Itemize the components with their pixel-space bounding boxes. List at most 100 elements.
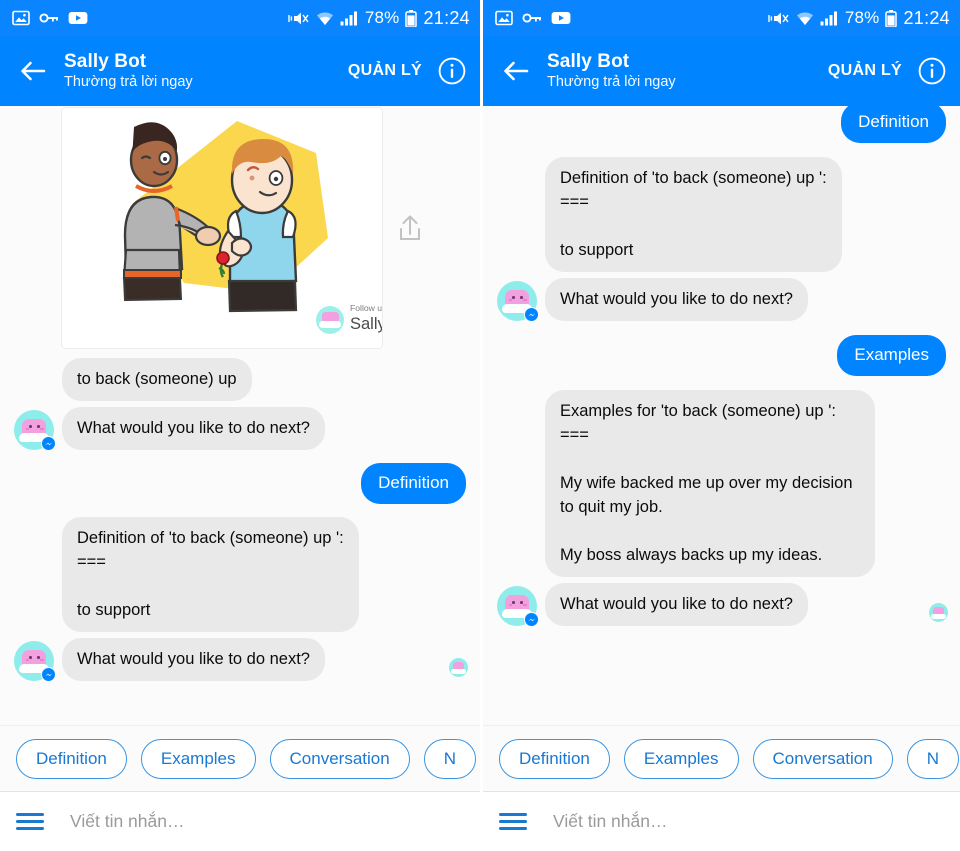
branding-name-label: Sally Bot	[350, 315, 382, 333]
quick-reply-next-partial[interactable]: N	[906, 738, 959, 779]
page-title: Sally Bot	[547, 51, 630, 72]
message-bubble-incoming[interactable]: Definition of 'to back (someone) up ': =…	[545, 157, 842, 272]
message-input[interactable]: Viết tin nhắn…	[553, 811, 667, 832]
conversation-left[interactable]: Follow us on Facebook! Sally Bot to back…	[0, 106, 480, 725]
message-row: Definition	[0, 463, 480, 504]
manage-button[interactable]: QUẢN LÝ	[828, 62, 902, 80]
quick-reply-bar[interactable]: Definition Examples Conversation N	[483, 725, 960, 791]
message-row: What would you like to do next?	[0, 638, 480, 682]
avatar-eye-left	[512, 601, 515, 604]
quick-reply-examples[interactable]: Examples	[140, 738, 256, 779]
info-icon[interactable]	[918, 57, 946, 85]
avatar-blush-left	[25, 658, 29, 661]
dual-phone-screenshot: 78% 21:24 Sally Bot Thường trả lời ngay …	[0, 0, 960, 851]
quick-reply-definition[interactable]: Definition	[16, 738, 127, 779]
message-composer[interactable]: Viết tin nhắn…	[0, 791, 480, 851]
status-bar-left-icons	[495, 9, 571, 27]
status-bar-right-icons: 78% 21:24	[288, 8, 470, 29]
status-bar: 78% 21:24	[0, 0, 480, 36]
avatar-slot	[14, 410, 56, 451]
message-bubble-outgoing[interactable]: Definition	[841, 106, 946, 143]
phone-screen-left: 78% 21:24 Sally Bot Thường trả lời ngay …	[0, 0, 480, 851]
message-composer[interactable]: Viết tin nhắn…	[483, 791, 960, 851]
vibrate-mute-icon	[288, 12, 309, 24]
hamburger-line	[16, 820, 44, 823]
signal-icon	[820, 11, 837, 25]
avatar-eye-left	[512, 296, 515, 299]
battery-icon	[405, 9, 418, 27]
message-bubble-incoming[interactable]: What would you like to do next?	[62, 407, 325, 450]
share-icon[interactable]	[396, 213, 424, 243]
avatar-eye-right	[37, 425, 40, 428]
back-arrow-icon[interactable]	[499, 54, 533, 88]
hamburger-line	[499, 827, 527, 830]
back-arrow-icon[interactable]	[16, 54, 50, 88]
signal-icon	[340, 11, 357, 25]
message-bubble-outgoing[interactable]: Definition	[361, 463, 466, 504]
avatar-eye-left	[29, 425, 32, 428]
status-bar-right-icons: 78% 21:24	[768, 8, 950, 29]
phone-screen-right: 78% 21:24 Sally Bot Thường trả lời ngay …	[480, 0, 960, 851]
message-input[interactable]: Viết tin nhắn…	[70, 811, 184, 832]
message-row: to back (someone) up	[0, 358, 480, 401]
battery-icon	[885, 9, 898, 27]
avatar-eye-right	[520, 296, 523, 299]
avatar-slot	[497, 586, 539, 627]
image-icon	[495, 10, 513, 26]
battery-percent-label: 78%	[364, 8, 400, 27]
seen-indicator-avatar	[929, 603, 948, 622]
conversation-title-block[interactable]: Sally Bot Thường trả lời ngay	[547, 50, 828, 92]
quick-reply-conversation[interactable]: Conversation	[752, 738, 893, 779]
message-bubble-incoming[interactable]: What would you like to do next?	[545, 583, 808, 626]
quick-reply-definition[interactable]: Definition	[499, 738, 610, 779]
avatar[interactable]	[497, 281, 539, 322]
message-row: What would you like to do next?	[0, 407, 480, 451]
avatar-eye-right	[520, 601, 523, 604]
hamburger-menu-icon[interactable]	[499, 809, 527, 834]
message-bubble-incoming[interactable]: Examples for 'to back (someone) up ': ==…	[545, 390, 875, 577]
status-bar: 78% 21:24	[483, 0, 960, 36]
hamburger-line	[16, 813, 44, 816]
message-bubble-incoming[interactable]: Definition of 'to back (someone) up ': =…	[62, 517, 359, 632]
avatar-blush-right	[40, 658, 44, 661]
app-bar: Sally Bot Thường trả lời ngay QUẢN LÝ	[483, 36, 960, 106]
avatar-slot	[497, 281, 539, 322]
avatar[interactable]	[14, 641, 56, 682]
avatar-blush-left	[508, 298, 512, 301]
hamburger-line	[499, 820, 527, 823]
avatar[interactable]	[14, 410, 56, 451]
info-icon[interactable]	[438, 57, 466, 85]
key-icon	[39, 13, 58, 23]
status-clock: 21:24	[423, 7, 470, 28]
messenger-badge-icon	[41, 436, 56, 451]
illustration-image: Follow us on Facebook! Sally Bot	[62, 108, 382, 348]
avatar-eye-right	[37, 656, 40, 659]
message-bubble-incoming[interactable]: What would you like to do next?	[545, 278, 808, 321]
illustration-card[interactable]: Follow us on Facebook! Sally Bot	[62, 108, 382, 348]
avatar-blush-right	[40, 427, 44, 430]
battery-percent-label: 78%	[844, 8, 880, 27]
quick-reply-conversation[interactable]: Conversation	[269, 738, 410, 779]
key-icon	[522, 13, 541, 23]
messenger-badge-icon	[524, 612, 539, 627]
conversation-right[interactable]: Definition Definition of 'to back (someo…	[483, 106, 960, 725]
manage-button[interactable]: QUẢN LÝ	[348, 62, 422, 80]
quick-reply-examples[interactable]: Examples	[623, 738, 739, 779]
hamburger-line	[16, 827, 44, 830]
hamburger-menu-icon[interactable]	[16, 809, 44, 834]
quick-reply-next-partial[interactable]: N	[423, 738, 476, 779]
avatar-eye-left	[29, 656, 32, 659]
conversation-title-block[interactable]: Sally Bot Thường trả lời ngay	[64, 50, 348, 92]
app-bar: Sally Bot Thường trả lời ngay QUẢN LÝ	[0, 36, 480, 106]
message-bubble-outgoing[interactable]: Examples	[837, 335, 946, 376]
avatar[interactable]	[497, 586, 539, 627]
message-bubble-incoming[interactable]: What would you like to do next?	[62, 638, 325, 681]
avatar-slot	[14, 641, 56, 682]
quick-reply-bar[interactable]: Definition Examples Conversation N	[0, 725, 480, 791]
avatar-blush-left	[25, 427, 29, 430]
youtube-icon	[68, 12, 88, 24]
message-row: What would you like to do next?	[483, 583, 960, 627]
message-bubble-incoming[interactable]: to back (someone) up	[62, 358, 252, 401]
hamburger-line	[499, 813, 527, 816]
status-clock: 21:24	[903, 7, 950, 28]
